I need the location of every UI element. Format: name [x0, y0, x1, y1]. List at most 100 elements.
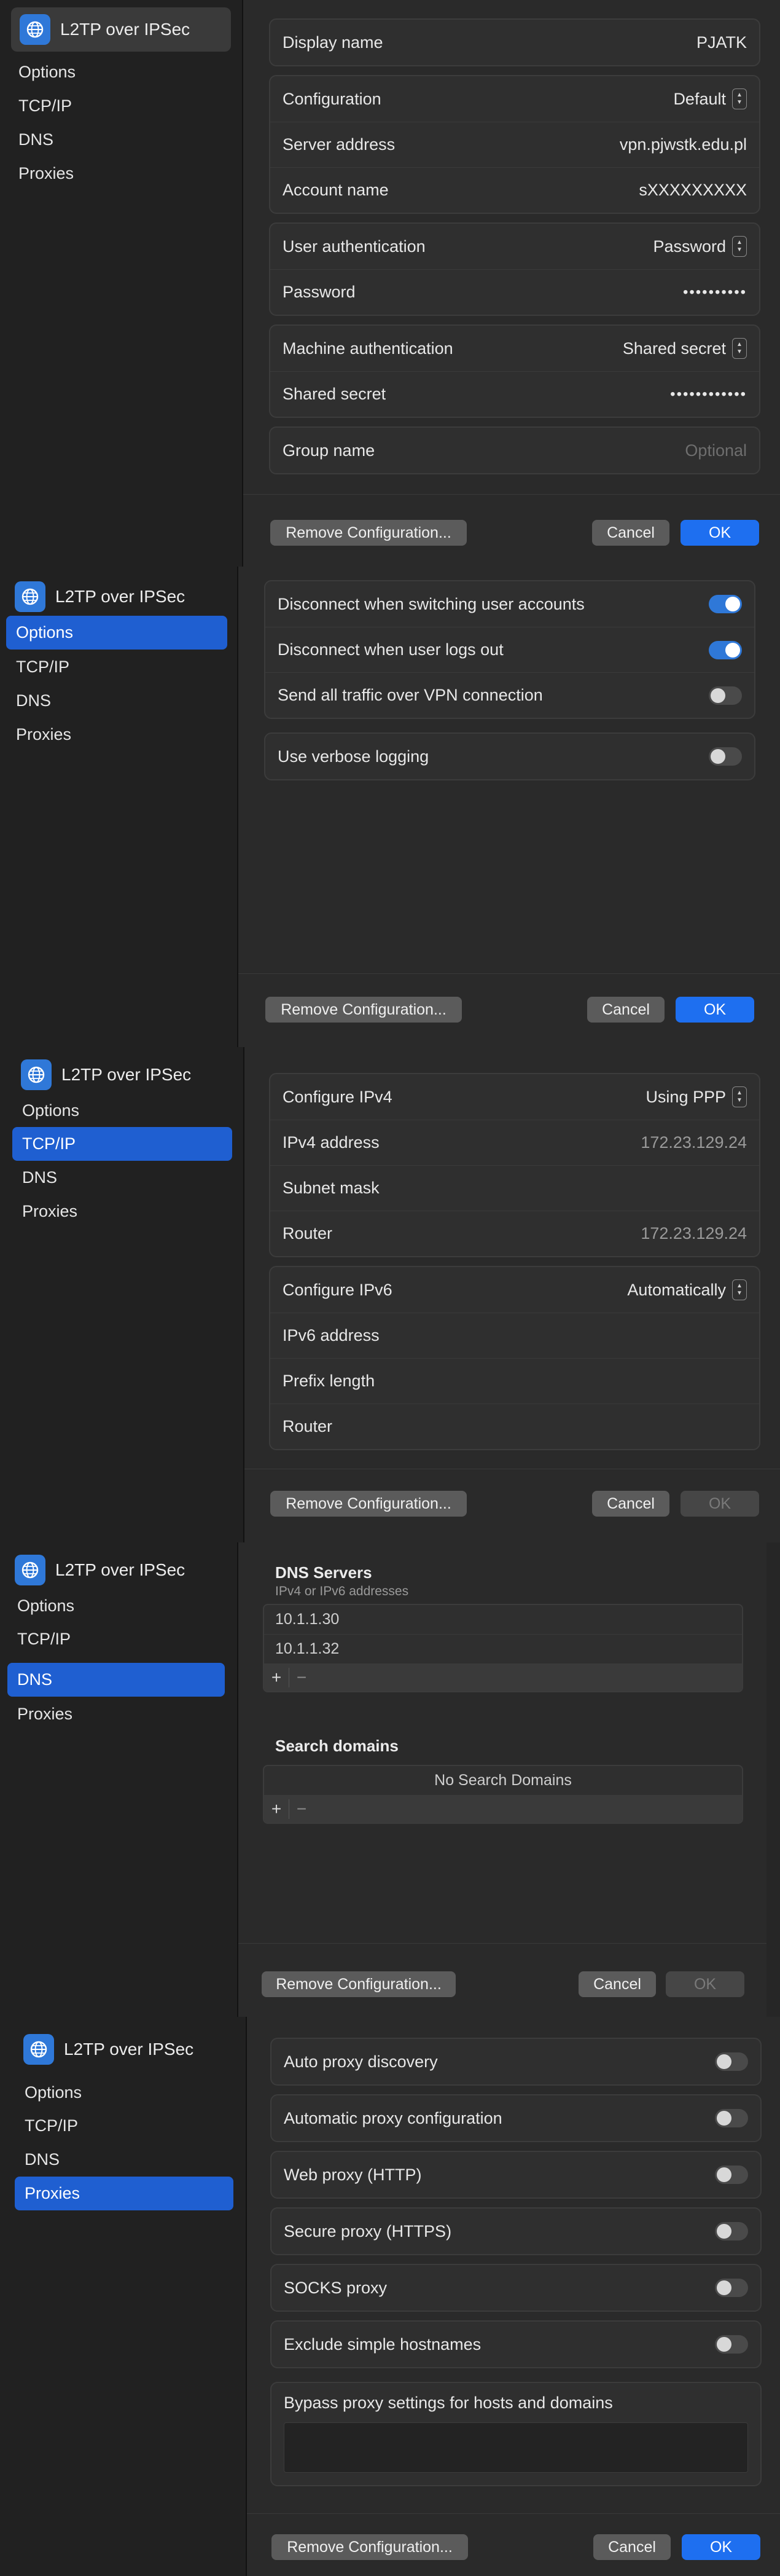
sidebar-item-dns[interactable]: DNS: [12, 1161, 232, 1195]
password-row[interactable]: Password ••••••••••: [270, 269, 759, 315]
remove-icon[interactable]: −: [289, 1668, 314, 1687]
proxy-row[interactable]: Web proxy (HTTP): [271, 2152, 760, 2197]
sidebar-item-proxies[interactable]: Proxies: [12, 1195, 232, 1228]
socks-proxy-toggle[interactable]: [715, 2279, 748, 2297]
configure-ipv4-popup[interactable]: Using PPP ▲ ▼: [645, 1086, 747, 1107]
cancel-button[interactable]: Cancel: [593, 2534, 671, 2560]
sidebar-header-vpn[interactable]: L2TP over IPSec: [12, 1053, 233, 1096]
server-address-field[interactable]: vpn.pjwstk.edu.pl: [620, 135, 747, 154]
cancel-button[interactable]: Cancel: [592, 520, 669, 546]
verbose-row[interactable]: Use verbose logging: [265, 734, 754, 779]
shared-secret-field[interactable]: ••••••••••••: [670, 386, 747, 403]
search-domains-title: Search domains: [275, 1737, 399, 1755]
disconnect-logout-toggle[interactable]: [709, 640, 742, 659]
server-address-label: Server address: [283, 135, 396, 154]
sidebar: L2TP over IPSec Options TCP/IP DNS Proxi…: [0, 0, 243, 567]
group-name-field[interactable]: Optional: [685, 441, 747, 460]
ok-button[interactable]: OK: [682, 2534, 760, 2560]
user-auth-popup[interactable]: Password ▲ ▼: [653, 236, 747, 257]
sidebar-item-dns[interactable]: DNS: [7, 1663, 225, 1697]
configure-ipv4-row[interactable]: Configure IPv4 Using PPP ▲ ▼: [270, 1074, 759, 1120]
sidebar-item-options[interactable]: Options: [6, 616, 227, 650]
sidebar-header-vpn[interactable]: L2TP over IPSec: [11, 7, 231, 52]
sidebar-header-vpn[interactable]: L2TP over IPSec: [15, 2028, 236, 2071]
verbose-logging-toggle[interactable]: [709, 747, 742, 766]
router-row: Router 172.23.129.24: [270, 1211, 759, 1256]
remove-configuration-button[interactable]: Remove Configuration...: [265, 997, 462, 1023]
cancel-button[interactable]: Cancel: [592, 1491, 669, 1517]
ok-button[interactable]: OK: [681, 520, 759, 546]
sidebar-item-tcpip[interactable]: TCP/IP: [12, 1127, 232, 1161]
proxy-row[interactable]: SOCKS proxy: [271, 2265, 760, 2311]
account-name-row[interactable]: Account name sXXXXXXXXX: [270, 167, 759, 213]
remove-configuration-button[interactable]: Remove Configuration...: [270, 520, 467, 546]
configuration-row[interactable]: Configuration Default ▲ ▼: [270, 76, 759, 122]
sidebar-item-dns[interactable]: DNS: [15, 2143, 233, 2177]
configure-ipv6-popup[interactable]: Automatically ▲ ▼: [627, 1279, 747, 1300]
display-name-label: Display name: [283, 33, 383, 52]
password-field[interactable]: ••••••••••: [683, 284, 747, 301]
machine-auth-popup[interactable]: Shared secret ▲ ▼: [623, 338, 747, 359]
display-name-field[interactable]: PJATK: [696, 33, 747, 52]
user-auth-value: Password: [653, 237, 726, 256]
option-row[interactable]: Disconnect when switching user accounts: [265, 581, 754, 627]
add-icon[interactable]: +: [264, 1668, 289, 1687]
send-all-traffic-toggle[interactable]: [709, 686, 742, 705]
remove-configuration-button[interactable]: Remove Configuration...: [270, 1491, 467, 1517]
machine-auth-row[interactable]: Machine authentication Shared secret ▲ ▼: [270, 326, 759, 371]
list-item[interactable]: 10.1.1.30: [264, 1605, 742, 1635]
sidebar-item-proxies[interactable]: Proxies: [15, 2177, 233, 2210]
proxy-row[interactable]: Automatic proxy configuration: [271, 2095, 760, 2141]
sidebar-item-options[interactable]: Options: [12, 1094, 232, 1128]
remove-configuration-button[interactable]: Remove Configuration...: [262, 1971, 456, 1997]
auto-proxy-discovery-toggle[interactable]: [715, 2052, 748, 2071]
list-item[interactable]: 10.1.1.32: [264, 1635, 742, 1664]
ok-button[interactable]: OK: [666, 1971, 744, 1997]
group-name-row[interactable]: Group name Optional: [270, 428, 759, 473]
shared-secret-row[interactable]: Shared secret ••••••••••••: [270, 371, 759, 417]
ok-button[interactable]: OK: [681, 1491, 759, 1517]
add-icon[interactable]: +: [264, 1799, 289, 1819]
option-row[interactable]: Disconnect when user logs out: [265, 627, 754, 672]
cancel-button[interactable]: Cancel: [579, 1971, 656, 1997]
sidebar-item-proxies[interactable]: Proxies: [6, 718, 227, 752]
sidebar-item-proxies[interactable]: Proxies: [7, 1697, 225, 1731]
footer-divider: [243, 494, 780, 495]
proxy-row[interactable]: Auto proxy discovery: [271, 2039, 760, 2084]
sidebar-item-tcpip[interactable]: TCP/IP: [15, 2109, 233, 2143]
configuration-popup[interactable]: Default ▲ ▼: [673, 88, 747, 109]
disconnect-switch-user-toggle[interactable]: [709, 595, 742, 613]
exclude-simple-hostnames-toggle[interactable]: [715, 2335, 748, 2354]
sidebar-item-dns[interactable]: DNS: [9, 123, 230, 157]
sidebar-item-tcpip[interactable]: TCP/IP: [9, 89, 230, 123]
proxy-row[interactable]: Exclude simple hostnames: [271, 2322, 760, 2367]
sidebar-item-options[interactable]: Options: [7, 1589, 225, 1623]
user-auth-row[interactable]: User authentication Password ▲ ▼: [270, 224, 759, 269]
sidebar-item-dns[interactable]: DNS: [6, 684, 227, 718]
bypass-hosts-textarea[interactable]: [284, 2422, 748, 2473]
option-row[interactable]: Send all traffic over VPN connection: [265, 672, 754, 718]
proxy-row[interactable]: Secure proxy (HTTPS): [271, 2209, 760, 2254]
ok-button[interactable]: OK: [676, 997, 754, 1023]
remove-configuration-button[interactable]: Remove Configuration...: [271, 2534, 468, 2560]
chevron-updown-icon: ▲ ▼: [732, 1279, 747, 1300]
sidebar-header-vpn[interactable]: L2TP over IPSec: [6, 575, 227, 618]
sidebar-header-vpn[interactable]: L2TP over IPSec: [6, 1549, 227, 1592]
sidebar-item-options[interactable]: Options: [9, 55, 230, 89]
secure-proxy-toggle[interactable]: [715, 2222, 748, 2240]
router6-label: Router: [283, 1417, 333, 1435]
remove-icon[interactable]: −: [289, 1799, 314, 1819]
configure-ipv6-row[interactable]: Configure IPv6 Automatically ▲ ▼: [270, 1267, 759, 1313]
sidebar-item-options[interactable]: Options: [15, 2076, 233, 2110]
display-name-row[interactable]: Display name PJATK: [270, 20, 759, 65]
account-name-field[interactable]: sXXXXXXXXX: [639, 181, 747, 200]
sidebar-item-tcpip[interactable]: TCP/IP: [7, 1622, 225, 1656]
disconnect-switch-user-label: Disconnect when switching user accounts: [278, 594, 585, 613]
cancel-button[interactable]: Cancel: [587, 997, 665, 1023]
server-address-row[interactable]: Server address vpn.pjwstk.edu.pl: [270, 122, 759, 167]
sidebar-item-tcpip[interactable]: TCP/IP: [6, 650, 227, 684]
web-proxy-toggle[interactable]: [715, 2166, 748, 2184]
automatic-proxy-config-toggle[interactable]: [715, 2109, 748, 2127]
secure-proxy-label: Secure proxy (HTTPS): [284, 2221, 452, 2240]
sidebar-item-proxies[interactable]: Proxies: [9, 157, 230, 190]
